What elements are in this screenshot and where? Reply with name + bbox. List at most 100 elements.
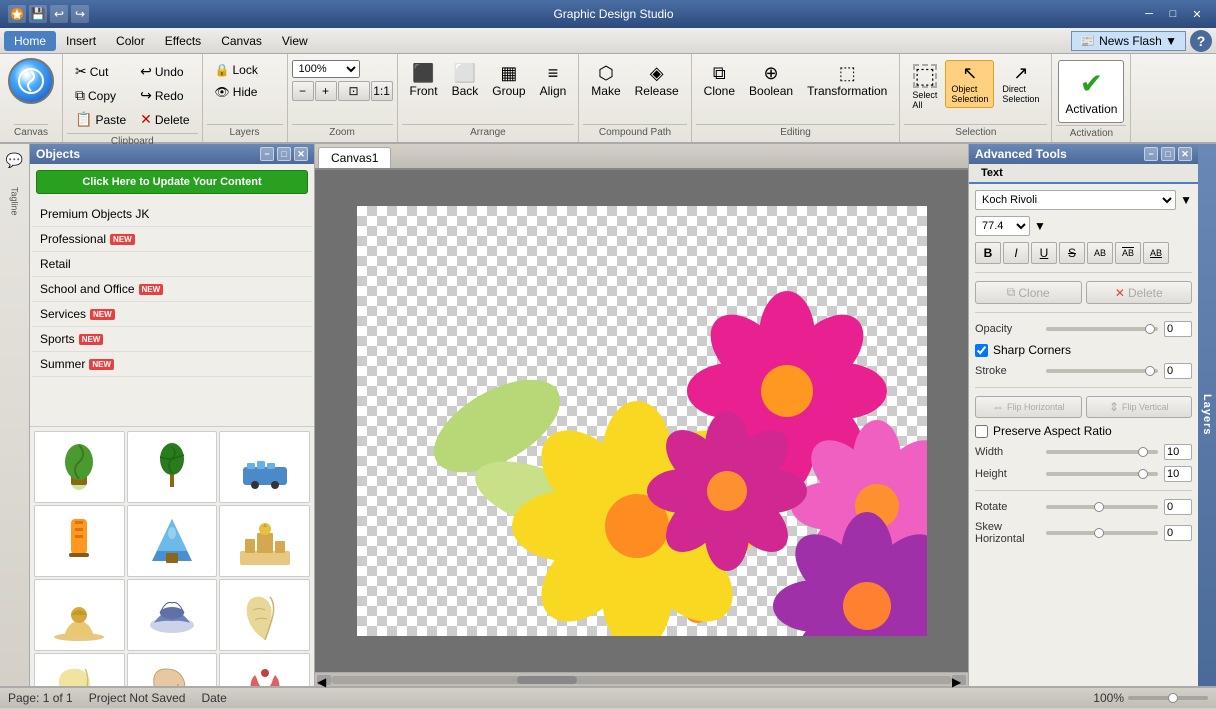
- list-item[interactable]: Summer NEW: [32, 352, 312, 377]
- stroke-value[interactable]: [1164, 363, 1192, 379]
- thumbnail-item[interactable]: [127, 579, 218, 651]
- zoom-slider[interactable]: [1128, 696, 1208, 700]
- menu-color[interactable]: Color: [106, 31, 155, 51]
- stroke-slider[interactable]: [1046, 369, 1158, 373]
- lock-button[interactable]: 🔒 Lock: [209, 60, 264, 80]
- skew-h-value[interactable]: [1164, 525, 1192, 541]
- copy-button[interactable]: ⧉ Copy: [69, 84, 132, 107]
- menu-effects[interactable]: Effects: [155, 31, 211, 51]
- redo-button[interactable]: ↪ Redo: [134, 84, 195, 107]
- help-button[interactable]: ?: [1190, 30, 1212, 52]
- flip-vertical-button[interactable]: ⇕ Flip Vertical: [1086, 396, 1193, 418]
- list-item[interactable]: Professional NEW: [32, 227, 312, 252]
- delete-button[interactable]: ✕ Delete: [134, 108, 195, 131]
- canvas-scrollbar-horizontal[interactable]: ◀ ▶: [315, 672, 968, 686]
- sidebar-text-tool[interactable]: Tagline: [3, 176, 27, 226]
- undo-button[interactable]: ↩ Undo: [134, 60, 195, 83]
- release-button[interactable]: ◈ Release: [629, 60, 685, 102]
- rotate-value[interactable]: [1164, 499, 1192, 515]
- list-item[interactable]: Services NEW: [32, 302, 312, 327]
- preserve-aspect-checkbox[interactable]: [975, 425, 988, 438]
- rotate-slider[interactable]: [1046, 505, 1158, 509]
- clone-button[interactable]: ⧉ Clone: [975, 281, 1082, 304]
- activation-button[interactable]: ✔ Activation: [1058, 60, 1124, 123]
- window-controls[interactable]: ─ □ ✕: [1138, 5, 1208, 23]
- scroll-left-btn[interactable]: ◀: [317, 675, 331, 685]
- thumbnail-item[interactable]: [127, 431, 218, 503]
- delete-action-button[interactable]: ✕ Delete: [1086, 281, 1193, 304]
- boolean-button[interactable]: ⊕ Boolean: [743, 60, 799, 102]
- news-flash-btn[interactable]: 📰 News Flash ▼: [1071, 31, 1186, 51]
- thumbnail-item[interactable]: [219, 579, 310, 651]
- zoom-fit-button[interactable]: ⊡: [338, 81, 370, 101]
- scroll-thumb[interactable]: [517, 676, 577, 684]
- bold-button[interactable]: B: [975, 242, 1001, 264]
- subscript-button[interactable]: AB: [1143, 242, 1169, 264]
- panel-expand-button[interactable]: □: [277, 147, 291, 161]
- list-item[interactable]: Sports NEW: [32, 327, 312, 352]
- canvas-tab-1[interactable]: Canvas1: [318, 147, 391, 168]
- thumbnail-item[interactable]: [219, 431, 310, 503]
- thumbnail-item[interactable]: [34, 579, 125, 651]
- flip-horizontal-button[interactable]: ⇔ Flip Horizontal: [975, 396, 1082, 418]
- right-panel-close-btn[interactable]: ✕: [1178, 147, 1192, 161]
- allcaps-button[interactable]: AB: [1087, 242, 1113, 264]
- hide-button[interactable]: 👁 Hide: [209, 82, 264, 102]
- thumbnail-item[interactable]: [219, 505, 310, 577]
- thumbnail-item[interactable]: [127, 653, 218, 686]
- thumbnail-item[interactable]: [219, 653, 310, 686]
- strikethrough-button[interactable]: S: [1059, 242, 1085, 264]
- canvas-viewport[interactable]: [315, 170, 968, 672]
- rotate-thumb[interactable]: [1094, 502, 1104, 512]
- zoom-slider-thumb[interactable]: [1168, 693, 1178, 703]
- direct-selection-button[interactable]: ↗ DirectSelection: [996, 60, 1045, 108]
- object-selection-button[interactable]: ↖ ObjectSelection: [945, 60, 994, 108]
- group-button[interactable]: ▦ Group: [486, 60, 531, 102]
- minimize-button[interactable]: ─: [1138, 5, 1160, 23]
- zoom-out-button[interactable]: −: [292, 81, 314, 101]
- scroll-track[interactable]: [331, 676, 952, 684]
- cut-button[interactable]: ✂ Cut: [69, 60, 132, 83]
- sharp-corners-checkbox[interactable]: [975, 344, 988, 357]
- skew-h-slider[interactable]: [1046, 531, 1158, 535]
- opacity-thumb[interactable]: [1145, 324, 1155, 334]
- close-button[interactable]: ✕: [1186, 5, 1208, 23]
- scroll-right-btn[interactable]: ▶: [952, 675, 966, 685]
- back-button[interactable]: ⬜ Back: [446, 60, 485, 102]
- height-value[interactable]: [1164, 466, 1192, 482]
- underline-button[interactable]: U: [1031, 242, 1057, 264]
- menu-insert[interactable]: Insert: [56, 31, 106, 51]
- right-panel-pin-btn[interactable]: −: [1144, 147, 1158, 161]
- panel-pin-button[interactable]: −: [260, 147, 274, 161]
- front-button[interactable]: ⬛ Front: [404, 60, 444, 102]
- width-value[interactable]: [1164, 444, 1192, 460]
- maximize-button[interactable]: □: [1162, 5, 1184, 23]
- thumbnail-item[interactable]: [34, 505, 125, 577]
- width-thumb[interactable]: [1138, 447, 1148, 457]
- text-tab[interactable]: Text: [969, 164, 1198, 184]
- font-family-select[interactable]: Koch Rivoli Arial Times New Roman: [975, 190, 1176, 210]
- height-thumb[interactable]: [1138, 469, 1148, 479]
- zoom-select[interactable]: 25% 50% 75% 100% 150% 200%: [292, 60, 360, 78]
- width-slider[interactable]: [1046, 450, 1158, 454]
- skew-h-thumb[interactable]: [1094, 528, 1104, 538]
- panel-close-button[interactable]: ✕: [294, 147, 308, 161]
- italic-button[interactable]: I: [1003, 242, 1029, 264]
- right-panel-expand-btn[interactable]: □: [1161, 147, 1175, 161]
- thumbnail-item[interactable]: [34, 653, 125, 686]
- thumbnail-item[interactable]: [127, 505, 218, 577]
- smallcaps-button[interactable]: AB: [1115, 242, 1141, 264]
- menu-canvas[interactable]: Canvas: [211, 31, 272, 51]
- list-item[interactable]: School and Office NEW: [32, 277, 312, 302]
- zoom-actual-button[interactable]: 1:1: [371, 81, 393, 101]
- update-content-button[interactable]: Click Here to Update Your Content: [36, 170, 308, 194]
- transformation-button[interactable]: ⬚ Transformation: [801, 60, 893, 102]
- menu-view[interactable]: View: [272, 31, 318, 51]
- list-item[interactable]: Premium Objects JK: [32, 202, 312, 227]
- height-slider[interactable]: [1046, 472, 1158, 476]
- stroke-thumb[interactable]: [1145, 366, 1155, 376]
- select-all-button[interactable]: ⬚ SelectAll: [906, 60, 943, 114]
- font-size-select[interactable]: 77.4 8 10 12 14 18 24 36 48 72: [975, 216, 1030, 236]
- zoom-in-button[interactable]: +: [315, 81, 337, 101]
- align-button[interactable]: ≡ Align: [534, 60, 573, 102]
